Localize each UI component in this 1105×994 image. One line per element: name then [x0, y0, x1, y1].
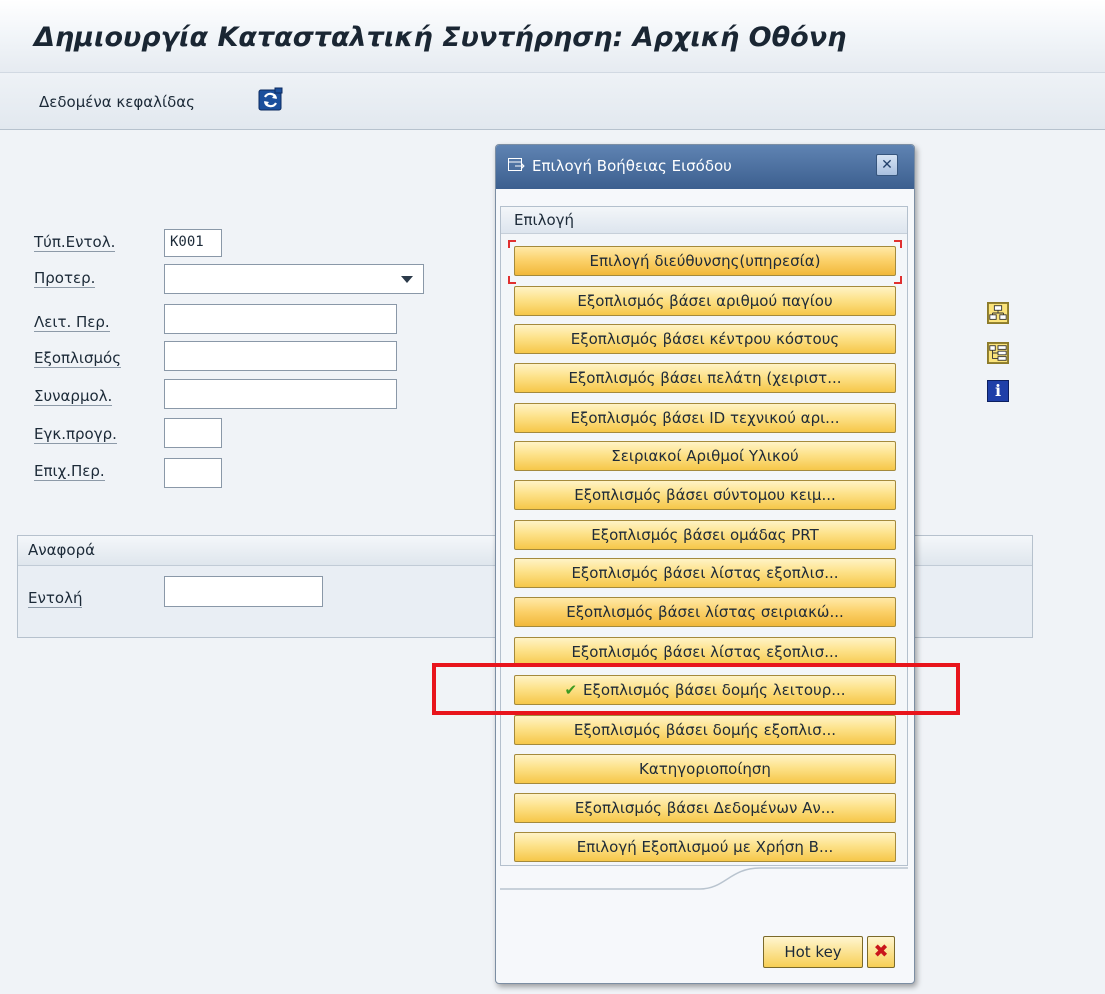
dialog-title: Επιλογή Βοήθειας Εισόδου — [532, 157, 732, 175]
info-icon[interactable]: i — [987, 380, 1009, 402]
focus-marker — [894, 276, 902, 284]
option-button[interactable]: Εξοπλισμός βάσει κέντρου κόστους — [514, 324, 896, 354]
option-label: Εξοπλισμός βάσει λίστας σειριακώ... — [566, 603, 844, 621]
business-area-label: Επιχ.Περ. — [34, 462, 105, 481]
option-button[interactable]: Εξοπλισμός βάσει πελάτη (χειριστ... — [514, 363, 896, 393]
assembly-label: Συναρμολ. — [34, 387, 113, 406]
focus-marker — [508, 276, 516, 284]
option-label: Εξοπλισμός βάσει λίστας εξοπλισ... — [571, 643, 839, 661]
business-area-field[interactable] — [164, 458, 222, 488]
equipment-label: Εξοπλισμός — [34, 349, 122, 368]
chevron-down-icon[interactable] — [401, 276, 413, 283]
option-label: Εξοπλισμός βάσει λίστας εξοπλισ... — [571, 564, 839, 582]
option-button[interactable]: Εξοπλισμός βάσει λίστας εξοπλισ... — [514, 558, 896, 588]
equipment-field[interactable] — [164, 341, 397, 371]
header-data-button[interactable]: Δεδομένα κεφαλίδας — [39, 93, 195, 111]
option-label: Εξοπλισμός βάσει κέντρου κόστους — [570, 330, 840, 348]
option-label: Εξοπλισμός βάσει δομής εξοπλισ... — [573, 721, 837, 739]
close-icon[interactable]: ✕ — [876, 154, 898, 176]
planning-plant-label: Εγκ.προγρ. — [34, 425, 117, 444]
option-button[interactable]: Επιλογή διεύθυνσης(υπηρεσία) — [514, 246, 896, 276]
func-location-field[interactable] — [164, 304, 397, 334]
priority-label: Προτερ. — [34, 269, 96, 288]
highlight-annotation — [432, 663, 960, 715]
option-label: Επιλογή Εξοπλισμού με Χρήση Β... — [576, 838, 834, 856]
cancel-icon[interactable]: ✖ — [867, 936, 895, 968]
dialog-window-icon — [508, 158, 525, 171]
page-title: Δημιουργία Κατασταλτική Συντήρηση: Αρχικ… — [34, 22, 847, 53]
selection-group-title: Επιλογή — [514, 211, 575, 229]
option-button[interactable]: Εξοπλισμός βάσει ID τεχνικού αρι... — [514, 403, 896, 433]
option-button[interactable]: Σειριακοί Αριθμοί Υλικού — [514, 441, 896, 471]
hotkey-button[interactable]: Hot key — [763, 936, 863, 968]
option-label: Εξοπλισμός βάσει σύντομου κειμ... — [574, 486, 836, 504]
option-label: Εξοπλισμός βάσει ID τεχνικού αρι... — [570, 409, 840, 427]
order-field[interactable] — [164, 576, 323, 607]
option-label: Κατηγοριοποίηση — [639, 760, 771, 778]
structure-list-icon[interactable] — [987, 342, 1009, 364]
focus-marker — [894, 240, 902, 248]
focus-marker — [508, 240, 516, 248]
planning-plant-field[interactable] — [164, 418, 222, 448]
order-type-field[interactable]: K001 — [164, 229, 222, 257]
option-label: Εξοπλισμός βάσει ομάδας PRT — [591, 526, 819, 544]
assembly-field[interactable] — [164, 379, 397, 409]
reference-group-title: Αναφορά — [28, 541, 96, 559]
order-label: Εντολή — [28, 589, 83, 608]
option-button[interactable]: Εξοπλισμός βάσει λίστας σειριακώ... — [514, 597, 896, 627]
option-button[interactable]: Κατηγοριοποίηση — [514, 754, 896, 784]
footer-divider — [500, 867, 908, 890]
priority-dropdown[interactable] — [164, 264, 424, 294]
option-button[interactable]: Εξοπλισμός βάσει σύντομου κειμ... — [514, 480, 896, 510]
option-label: Εξοπλισμός βάσει Δεδομένων Αν... — [574, 799, 836, 817]
option-button[interactable]: Επιλογή Εξοπλισμού με Χρήση Β... — [514, 832, 896, 862]
option-button[interactable]: Εξοπλισμός βάσει Δεδομένων Αν... — [514, 793, 896, 823]
hierarchy-icon[interactable] — [987, 302, 1009, 324]
order-type-label: Τύπ.Εντολ. — [34, 233, 116, 252]
option-button[interactable]: Εξοπλισμός βάσει αριθμού παγίου — [514, 286, 896, 316]
option-label: Εξοπλισμός βάσει αριθμού παγίου — [577, 292, 833, 310]
option-label: Σειριακοί Αριθμοί Υλικού — [611, 447, 799, 465]
option-label: Εξοπλισμός βάσει πελάτη (χειριστ... — [568, 369, 842, 387]
refresh-icon[interactable] — [258, 87, 284, 113]
option-button[interactable]: Εξοπλισμός βάσει δομής εξοπλισ... — [514, 715, 896, 745]
option-button[interactable]: Εξοπλισμός βάσει ομάδας PRT — [514, 520, 896, 550]
func-location-label: Λειτ. Περ. — [34, 313, 110, 332]
option-label: Επιλογή διεύθυνσης(υπηρεσία) — [589, 252, 821, 270]
